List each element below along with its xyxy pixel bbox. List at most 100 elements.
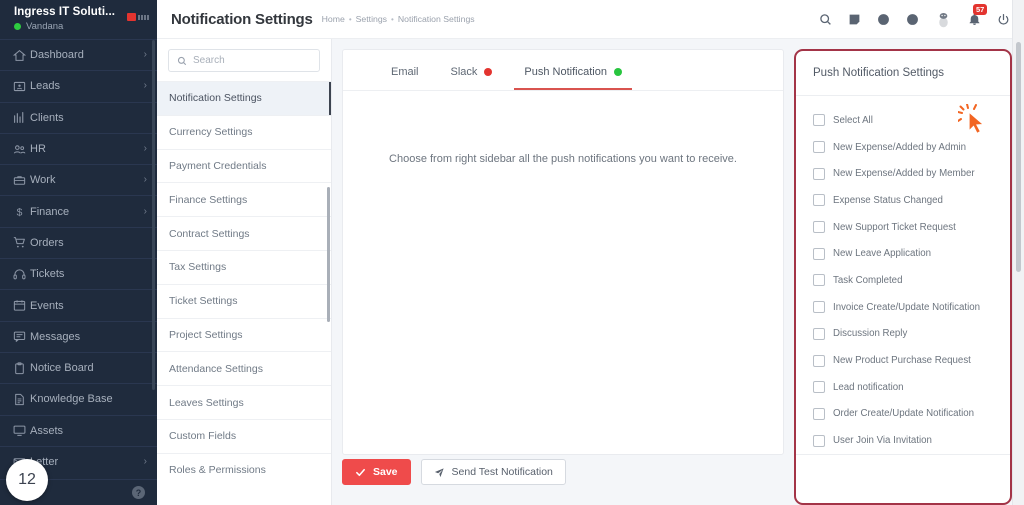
hr-icon [13, 142, 30, 156]
sidebar-item-label: Assets [30, 424, 64, 437]
save-button-label: Save [373, 466, 398, 478]
push-option-checkbox[interactable] [813, 247, 825, 260]
page-scrollbar-thumb[interactable] [1016, 42, 1021, 272]
chevron-right-icon: › [143, 456, 147, 467]
push-option-row[interactable]: New Product Purchase Request [796, 347, 1010, 374]
push-option-row[interactable]: Task Completed [796, 267, 1010, 294]
push-option-label: Select All [833, 114, 873, 126]
push-option-checkbox[interactable] [813, 301, 825, 314]
finance-icon: $ [13, 205, 30, 219]
note-icon[interactable] [848, 13, 861, 26]
settings-item-payment-credentials[interactable]: Payment Credentials [157, 148, 331, 183]
settings-item-project-settings[interactable]: Project Settings [157, 317, 331, 352]
push-option-label: Order Create/Update Notification [833, 408, 975, 420]
push-option-label: Task Completed [833, 274, 903, 286]
svg-text:$: $ [17, 207, 23, 218]
settings-item-leaves-settings[interactable]: Leaves Settings [157, 385, 331, 419]
channel-tabs: Email Slack Push Notification [343, 50, 783, 91]
settings-item-finance-settings[interactable]: Finance Settings [157, 182, 331, 216]
sidebar-item-label: Letter [30, 456, 59, 468]
help-icon[interactable]: ? [132, 486, 145, 499]
push-option-row[interactable]: Discussion Reply [796, 321, 1010, 348]
push-option-checkbox[interactable] [813, 141, 825, 154]
select-all-checkbox[interactable] [813, 114, 825, 127]
empty-state-hint: Choose from right sidebar all the push n… [389, 153, 737, 165]
push-option-checkbox[interactable] [813, 327, 825, 340]
sidebar-scrollbar[interactable] [152, 40, 155, 390]
push-option-row[interactable]: Invoice Create/Update Notification [796, 294, 1010, 321]
power-icon[interactable] [997, 13, 1010, 26]
push-card-divider [796, 454, 1010, 455]
sidebar-item-messages[interactable]: Messages [0, 320, 157, 352]
settings-list-scrollbar[interactable] [327, 187, 330, 322]
settings-item-currency-settings[interactable]: Currency Settings [157, 114, 331, 149]
settings-item-notification-settings[interactable]: Notification Settings [157, 81, 331, 115]
sidebar-item-label: Leads [30, 80, 60, 93]
push-option-row[interactable]: New Leave Application [796, 240, 1010, 267]
tab-email[interactable]: Email [375, 66, 435, 90]
push-option-checkbox[interactable] [813, 434, 825, 447]
settings-item-ticket-settings[interactable]: Ticket Settings [157, 283, 331, 318]
settings-search-input[interactable] [193, 55, 311, 66]
push-option-row[interactable]: Lead notification [796, 374, 1010, 401]
push-option-checkbox[interactable] [813, 407, 825, 420]
tab-slack[interactable]: Slack [435, 66, 509, 90]
settings-item-custom-fields[interactable]: Custom Fields [157, 418, 331, 453]
bell-icon[interactable]: 57 [968, 3, 988, 26]
save-button[interactable]: Save [342, 459, 411, 485]
sidebar-item-assets[interactable]: Assets [0, 414, 157, 446]
orders-icon [13, 236, 30, 250]
push-option-checkbox[interactable] [813, 194, 825, 207]
push-option-label: Invoice Create/Update Notification [833, 301, 981, 313]
sidebar-item-work[interactable]: Work › [0, 164, 157, 195]
avatar[interactable] [935, 11, 952, 28]
sidebar-item-hr[interactable]: HR › [0, 132, 157, 164]
breadcrumb: Home • Settings • Notification Settings [322, 14, 475, 24]
sidebar-item-leads[interactable]: Leads › [0, 70, 157, 101]
sidebar-item-events[interactable]: Events [0, 289, 157, 320]
breadcrumb-item: Notification Settings [397, 14, 475, 24]
sidebar-item-label: Events [30, 299, 64, 312]
chevron-right-icon: › [143, 80, 147, 92]
sidebar-item-finance[interactable]: $ Finance › [0, 195, 157, 226]
sidebar-item-tickets[interactable]: Tickets [0, 258, 157, 289]
header-actions: 57 [819, 3, 1010, 28]
push-option-row[interactable]: New Expense/Added by Admin [796, 134, 1010, 161]
push-option-row[interactable]: New Support Ticket Request [796, 214, 1010, 241]
push-option-checkbox[interactable] [813, 354, 825, 367]
push-option-row[interactable]: Expense Status Changed [796, 187, 1010, 214]
main-sidebar: Ingress IT Soluti... Vandana Dashboard › L… [0, 0, 157, 505]
push-options-list: Select All New Expense/Added by Admin New … [796, 96, 1010, 454]
clock-icon[interactable] [877, 13, 890, 26]
breadcrumb-item[interactable]: Home [322, 14, 345, 24]
sidebar-item-clients[interactable]: Clients [0, 101, 157, 133]
sidebar-item-knowledge-base[interactable]: Knowledge Base [0, 383, 157, 414]
sidebar-item-notice-board[interactable]: Notice Board [0, 351, 157, 383]
push-option-checkbox[interactable] [813, 381, 825, 394]
push-option-row[interactable]: New Expense/Added by Member [796, 160, 1010, 187]
settings-item-attendance-settings[interactable]: Attendance Settings [157, 351, 331, 385]
plus-circle-icon[interactable] [906, 13, 919, 26]
tab-label: Slack [450, 66, 478, 78]
sidebar-item-label: Notice Board [30, 362, 94, 375]
push-option-row[interactable]: Order Create/Update Notification [796, 401, 1010, 428]
push-option-checkbox[interactable] [813, 167, 825, 180]
search-icon[interactable] [819, 13, 832, 26]
sidebar-item-orders[interactable]: Orders [0, 226, 157, 258]
tab-push-notification[interactable]: Push Notification [508, 66, 638, 90]
push-option-row[interactable]: User Join Via Invitation [796, 427, 1010, 454]
settings-search-box[interactable] [168, 49, 320, 72]
tab-status-dot [484, 68, 493, 76]
push-option-checkbox[interactable] [813, 221, 825, 234]
main-area: Notification Settings Home • Settings • Noti… [157, 0, 1024, 505]
send-test-notification-button[interactable]: Send Test Notification [420, 459, 566, 485]
sidebar-item-dashboard[interactable]: Dashboard › [0, 39, 157, 70]
select-all-row[interactable]: Select All [796, 107, 1010, 134]
brand-header[interactable]: Ingress IT Soluti... Vandana [0, 0, 157, 39]
breadcrumb-item[interactable]: Settings [356, 14, 387, 24]
settings-item-tax-settings[interactable]: Tax Settings [157, 249, 331, 284]
settings-item-contract-settings[interactable]: Contract Settings [157, 216, 331, 250]
push-settings-panel: Push Notification Settings Select All New… [794, 39, 1024, 505]
settings-item-roles-permissions[interactable]: Roles & Permissions [157, 452, 331, 487]
push-option-checkbox[interactable] [813, 274, 825, 287]
